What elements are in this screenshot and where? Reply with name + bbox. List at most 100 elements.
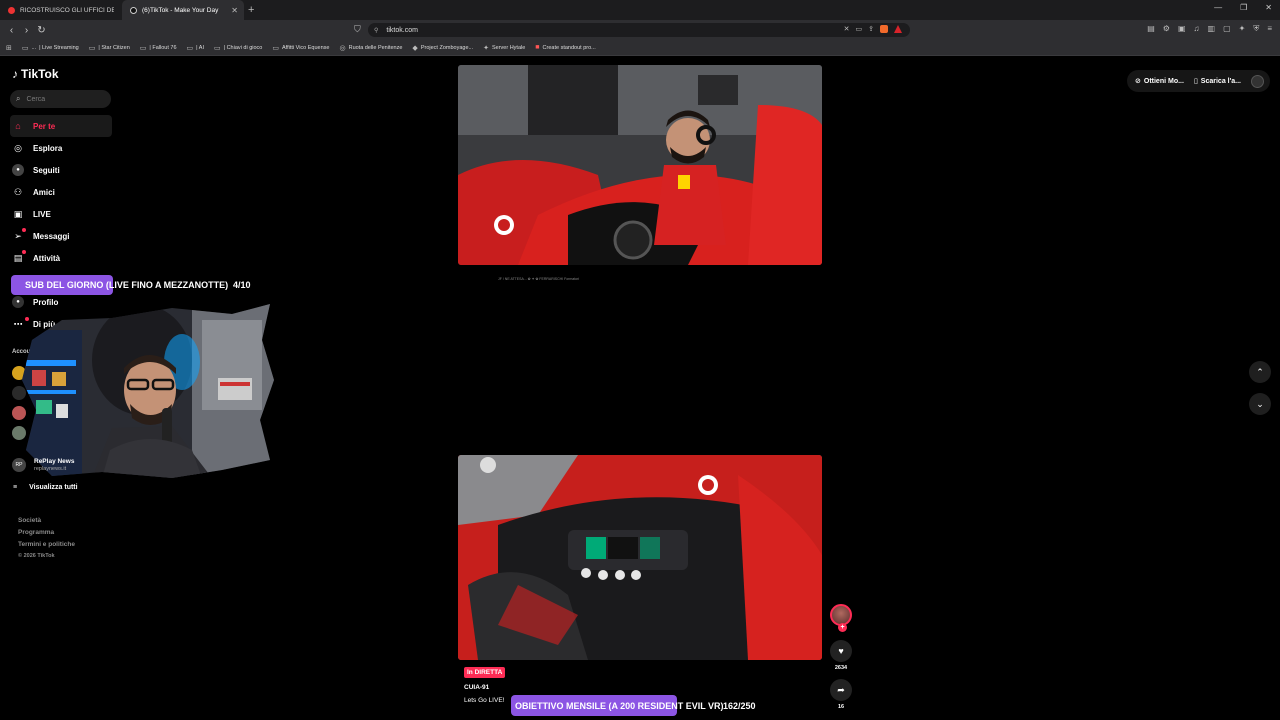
like-count: 2634 — [834, 665, 848, 671]
get-coins-button[interactable]: ⊘ Ottieni Mo... — [1135, 77, 1184, 86]
notification-dot — [22, 228, 26, 232]
footer-link-termini[interactable]: Termini e politiche — [18, 541, 75, 548]
share-button[interactable]: ➦ — [830, 679, 852, 701]
address-bar[interactable]: ⚲ tiktok.com ✕ ▭ ⇪ — [368, 23, 910, 37]
extension-icon[interactable]: ▣ — [1178, 24, 1186, 34]
nav-item-messaggi[interactable]: ➢ Messaggi — [10, 225, 112, 247]
nav-item-per-te[interactable]: ⌂ Per te — [10, 115, 112, 137]
create-icon: ■ — [535, 44, 540, 51]
forward-icon[interactable]: › — [19, 25, 34, 36]
new-tab-button[interactable]: + — [248, 4, 254, 16]
restore-icon[interactable]: ❐ — [1240, 3, 1247, 12]
minimize-icon[interactable]: — — [1214, 3, 1222, 12]
monthly-goal-banner: OBIETTIVO MENSILE (A 200 RESIDENT EVIL V… — [511, 695, 756, 716]
tiktok-logo[interactable]: ♪ TikTok — [12, 67, 59, 81]
bookmark-item[interactable]: ▭ | Star Citizen — [89, 44, 130, 52]
menu-icon[interactable]: ≡ — [1267, 24, 1272, 34]
window-controls: — ❐ ✕ — [1214, 3, 1272, 12]
back-icon[interactable]: ‹ — [4, 25, 19, 36]
sub-banner-label: SUB DEL GIORNO (LIVE FINO A MEZZANOTTE) — [11, 275, 228, 295]
compass-icon: ◎ — [14, 142, 22, 153]
monthly-goal-count: 162/250 — [723, 700, 756, 711]
bookmark-icon[interactable]: ⛉ — [354, 24, 361, 35]
chevron-up-icon: ⌃ — [1256, 366, 1264, 377]
video-caption: JF / NE ATTESA... ✿ ✦ ✿ FERRARISCHI Form… — [498, 277, 580, 281]
live-icon: ▣ — [13, 208, 23, 219]
nav-item-attivita[interactable]: ▤ Attività — [10, 247, 112, 269]
like-button[interactable]: ♥ — [830, 640, 852, 662]
video-player-2[interactable] — [458, 455, 822, 660]
search-input[interactable] — [26, 95, 97, 103]
music-icon[interactable]: ♫ — [1194, 24, 1200, 34]
top-right-actions: ⊘ Ottieni Mo... ▯ Scarica l'a... — [1127, 70, 1270, 92]
nav-item-amici[interactable]: ⚇ Amici — [10, 181, 112, 203]
bookmark-item[interactable]: ▭... | Live Streaming — [22, 44, 79, 52]
follow-plus-icon[interactable]: + — [838, 623, 847, 632]
phone-icon: ▯ — [1193, 78, 1198, 85]
nav-item-live[interactable]: ▣ LIVE — [10, 203, 112, 225]
nav-item-seguiti[interactable]: ● Seguiti — [10, 159, 112, 181]
browser-toolbar: ‹ › ↻ ⛉ ⚲ tiktok.com ✕ ▭ ⇪ ▤ ⚙ ▣ ♫ ▥ ▢ ✦… — [0, 20, 1280, 40]
vpn-icon[interactable]: ⛨ — [1253, 24, 1259, 34]
wheel-icon: ◎ — [339, 44, 346, 52]
friends-icon: ⚇ — [13, 186, 23, 197]
youtube-icon — [8, 6, 15, 14]
browser-tabbar: RICOSTRUISCO GLI UFFICI DEL CAPO (6)TikT… — [0, 0, 1280, 20]
footer-links: Società Programma Termini e politiche © … — [18, 517, 75, 559]
home-icon: ⌂ — [15, 121, 21, 131]
sub-of-the-day-banner: SUB DEL GIORNO (LIVE FINO A MEZZANOTTE) … — [11, 275, 251, 295]
sub-banner-count: 4/10 — [233, 280, 251, 290]
bookmark-item[interactable]: ◆ Project Zomboyage... — [412, 44, 473, 52]
video-username[interactable]: CUIA-91 — [464, 684, 489, 691]
footer-link-programma[interactable]: Programma — [18, 529, 75, 536]
previous-video-button[interactable]: ⌃ — [1249, 361, 1271, 383]
cast-icon[interactable]: ▭ — [856, 25, 863, 33]
user-avatar[interactable] — [1251, 74, 1264, 88]
video-description: Lets Go LIVE! — [464, 697, 505, 704]
nav-item-esplora[interactable]: ◎ Esplora — [10, 137, 112, 159]
wallet-icon[interactable]: ▢ — [1223, 24, 1231, 34]
reload-icon[interactable]: ↻ — [34, 25, 49, 36]
extensions-area: ▤ ⚙ ▣ ♫ ▥ ▢ ✦ ⛨ ≡ — [1147, 24, 1272, 34]
folder-icon: ▭ — [186, 44, 194, 52]
brave-shields-icon[interactable] — [880, 25, 888, 33]
bookmark-item[interactable]: ◎ Ruota delle Penitenze — [339, 44, 402, 52]
tiktok-note-icon: ♪ — [12, 67, 18, 81]
tab-tiktok[interactable]: (6)TikTok - Make Your Day ✕ — [122, 0, 244, 20]
hytale-icon: ✦ — [483, 44, 489, 52]
folder-icon: ▭ — [139, 44, 147, 52]
folder-icon: ▭ — [214, 44, 221, 52]
next-video-button[interactable]: ⌄ — [1249, 393, 1271, 415]
copyright: © 2026 TikTok — [18, 553, 55, 559]
site-info-icon[interactable]: ⚲ — [374, 27, 378, 34]
extension-icon[interactable]: ▤ — [1147, 24, 1155, 34]
account-avatar: RP — [12, 458, 26, 472]
share-icon[interactable]: ⇪ — [868, 25, 874, 33]
tiktok-icon — [130, 6, 137, 14]
bookmark-item[interactable]: ▭ | AI — [187, 44, 204, 52]
zomboid-icon: ◆ — [412, 44, 418, 52]
close-tab-icon[interactable]: ✕ — [231, 6, 238, 15]
footer-link-societa[interactable]: Società — [18, 517, 75, 524]
bookmark-item[interactable]: ▭ | Fallout 76 — [140, 44, 177, 52]
download-app-button[interactable]: ▯ Scarica l'a... — [1193, 77, 1241, 86]
view-all-button[interactable]: ≡ Visualizza tutti — [13, 484, 78, 491]
search-box[interactable]: ⌕ — [10, 90, 111, 108]
video-player-1[interactable] — [458, 65, 822, 265]
bookmark-item[interactable]: ✦ Server Hytale — [483, 44, 525, 52]
creator-avatar[interactable]: + — [830, 604, 852, 632]
mute-icon[interactable]: ✕ — [844, 25, 850, 33]
brave-rewards-icon[interactable] — [894, 25, 902, 33]
tab-youtube[interactable]: RICOSTRUISCO GLI UFFICI DEL CAPO — [0, 0, 122, 20]
bookmark-item[interactable]: ▭ Affitti Vico Equense — [272, 44, 329, 52]
share-count: 16 — [837, 704, 845, 710]
bookmark-item[interactable]: ▭ | Chiavi di gioco — [214, 44, 262, 52]
bookmark-item[interactable]: ■ Create standout pro... — [535, 44, 595, 51]
apps-icon[interactable]: ⊞ — [6, 44, 12, 52]
leo-icon[interactable]: ✦ — [1239, 24, 1246, 34]
sidebar-icon[interactable]: ▥ — [1208, 24, 1216, 34]
close-window-icon[interactable]: ✕ — [1265, 3, 1272, 12]
account-replay-news[interactable]: RP RePlay News replaynews.it — [12, 458, 74, 472]
list-icon: ≡ — [13, 484, 18, 491]
extension-icon[interactable]: ⚙ — [1163, 24, 1170, 34]
